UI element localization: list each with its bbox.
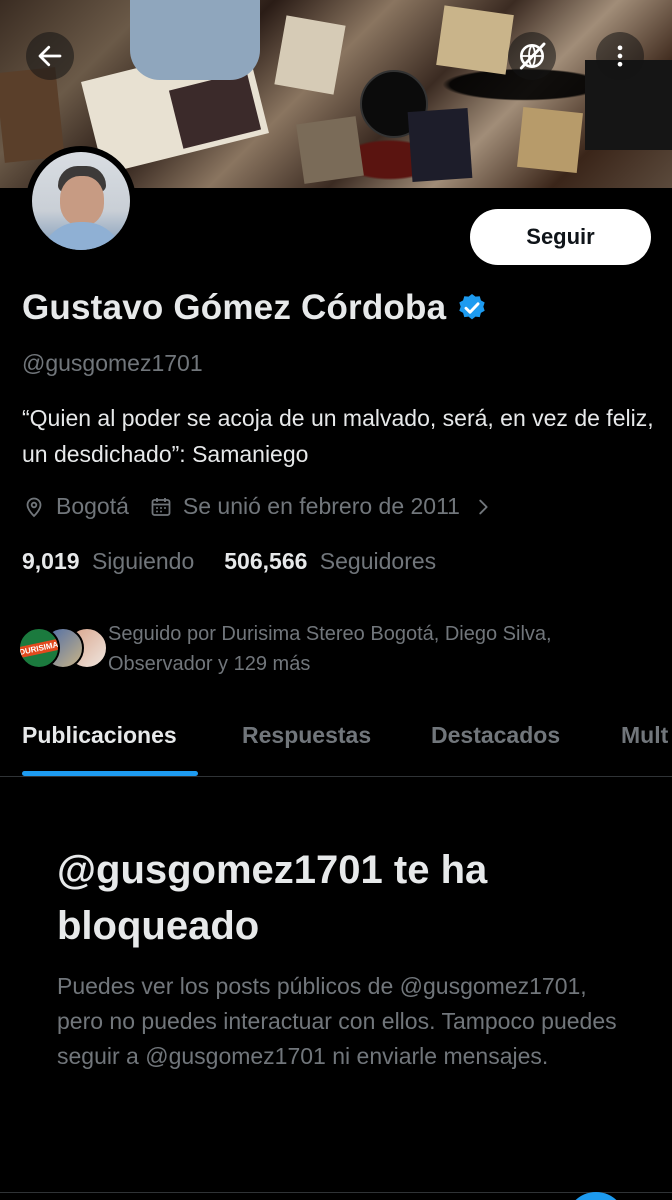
banner-album-4 bbox=[0, 67, 65, 163]
followed-by-text: Seguido por Durisima Stereo Bogotá, Dieg… bbox=[108, 623, 552, 675]
translate-button[interactable] bbox=[508, 32, 556, 80]
calendar-icon bbox=[151, 497, 171, 516]
bottom-divider bbox=[0, 1192, 672, 1193]
back-button[interactable] bbox=[26, 32, 74, 80]
banner-album-1 bbox=[436, 5, 514, 75]
banner-album-6 bbox=[296, 116, 364, 184]
blocked-description: Puedes ver los posts públicos de @gusgom… bbox=[57, 973, 617, 1069]
profile-stats: 9,019 Siguiendo 506,566 Seguidores bbox=[22, 548, 436, 575]
profile-name-row: Gustavo Gómez Córdoba bbox=[22, 288, 488, 328]
followers-count: 506,566 bbox=[224, 548, 308, 574]
followers-link[interactable]: 506,566 Seguidores bbox=[224, 548, 436, 575]
joined-text: Se unió en febrero de 2011 bbox=[182, 493, 460, 519]
joined-item[interactable]: Se unió en febrero de 2011 bbox=[149, 493, 494, 520]
avatar-photo bbox=[32, 152, 130, 250]
profile-page: Seguir Gustavo Gómez Córdoba @gusgomez17… bbox=[0, 0, 672, 1200]
location-text: Bogotá bbox=[56, 493, 129, 519]
durisima-logo-text: DURISIMA bbox=[20, 638, 58, 658]
avatar-shirt bbox=[40, 222, 124, 250]
location-pin-icon bbox=[26, 497, 42, 517]
profile-meta: Bogotá Se unió en febrero de 2011 bbox=[22, 493, 494, 520]
banner-album-3 bbox=[517, 107, 583, 173]
follower-avatar-durisima: DURISIMA bbox=[18, 627, 60, 669]
profile-tabs: Publicaciones Respuestas Destacados Mult bbox=[0, 706, 672, 777]
vertical-dots-icon bbox=[617, 45, 623, 67]
verified-badge-icon[interactable] bbox=[456, 292, 488, 324]
profile-avatar[interactable] bbox=[26, 146, 136, 256]
location-item: Bogotá bbox=[22, 493, 129, 520]
tab-respuestas[interactable]: Respuestas bbox=[242, 722, 371, 749]
tab-multimedia[interactable]: Mult bbox=[621, 722, 668, 749]
active-tab-indicator bbox=[22, 771, 198, 776]
blocked-title: @gusgomez1701 te ha bloqueado bbox=[57, 848, 488, 948]
arrow-left-icon bbox=[38, 45, 62, 67]
profile-name: Gustavo Gómez Córdoba bbox=[22, 288, 447, 327]
avatar-face bbox=[60, 176, 104, 226]
followers-label: Seguidores bbox=[319, 548, 437, 574]
banner-person-shirt bbox=[130, 0, 260, 80]
chevron-right-icon bbox=[479, 499, 488, 514]
banner-album-5 bbox=[274, 15, 346, 95]
banner-album-2 bbox=[407, 107, 473, 183]
more-options-button[interactable] bbox=[596, 32, 644, 80]
compose-button[interactable] bbox=[566, 1192, 626, 1200]
tab-publicaciones[interactable]: Publicaciones bbox=[22, 722, 177, 749]
following-count: 9,019 bbox=[22, 548, 80, 574]
profile-bio: “Quien al poder se acoja de un malvado, … bbox=[22, 405, 654, 467]
following-label: Siguiendo bbox=[91, 548, 195, 574]
follow-button[interactable]: Seguir bbox=[470, 209, 651, 265]
tab-destacados[interactable]: Destacados bbox=[431, 722, 560, 749]
profile-handle: @gusgomez1701 bbox=[22, 350, 203, 376]
following-link[interactable]: 9,019 Siguiendo bbox=[22, 548, 194, 575]
followed-by[interactable]: DURISIMA Seguido por Durisima Stereo Bog… bbox=[18, 619, 648, 679]
globe-slash-icon bbox=[519, 42, 546, 70]
